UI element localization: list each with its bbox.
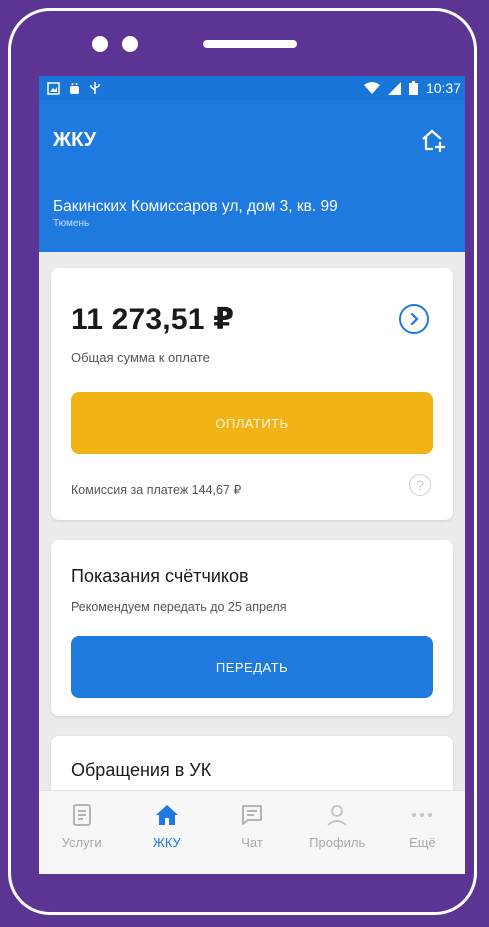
meters-card: Показания счётчиков Рекомендуем передать… [51, 540, 453, 716]
home-icon [155, 805, 178, 825]
page-title: ЖКУ [53, 128, 97, 151]
help-icon[interactable]: ? [409, 474, 431, 496]
tab-label: ЖКУ [152, 835, 181, 850]
meters-subtitle: Рекомендуем передать до 25 апреля [71, 600, 287, 614]
payment-card: 11 273,51 ₽ Общая сумма к оплате ОПЛАТИТ… [51, 268, 453, 520]
tab-more[interactable]: Ещё [380, 791, 465, 874]
phone-screen: 10:37 ЖКУ Бакинских Комиссаров ул, дом 3… [39, 76, 465, 874]
payment-details-button[interactable] [399, 304, 429, 334]
profile-icon [327, 805, 347, 826]
add-home-icon[interactable] [419, 127, 447, 153]
tab-services[interactable]: Услуги [39, 791, 124, 874]
status-bar: 10:37 [39, 76, 465, 100]
camera-dot [92, 36, 108, 52]
requests-title: Обращения в УК [71, 760, 212, 780]
image-notification-icon [47, 81, 60, 95]
wifi-icon [363, 82, 380, 94]
tab-housing[interactable]: ЖКУ [124, 791, 209, 874]
meters-title: Показания счётчиков [71, 566, 249, 586]
sensor-dot [122, 36, 138, 52]
android-icon [70, 82, 79, 94]
tab-label: Чат [241, 835, 263, 850]
tab-label: Ещё [409, 835, 436, 850]
speaker-grille [203, 40, 297, 48]
more-icon [412, 813, 433, 817]
bottom-tab-bar: Услуги ЖКУ Чат Профиль Ещё [39, 790, 465, 874]
requests-card[interactable]: Обращения в УК [51, 736, 453, 796]
chat-icon [242, 805, 262, 825]
signal-icon [387, 81, 401, 95]
tab-profile[interactable]: Профиль [295, 791, 380, 874]
tab-label: Услуги [61, 835, 102, 850]
address-city: Тюмень [53, 218, 90, 229]
address-panel[interactable]: Бакинских Комиссаров ул, дом 3, кв. 99 Т… [39, 180, 465, 252]
document-icon [72, 804, 91, 826]
submit-readings-button[interactable]: ПЕРЕДАТЬ [71, 636, 433, 698]
address-street: Бакинских Комиссаров ул, дом 3, кв. 99 [53, 198, 338, 215]
fee-text: Комиссия за платеж 144,67 ₽ [71, 483, 242, 497]
chevron-right-icon [410, 312, 419, 326]
app-bar: ЖКУ [39, 100, 465, 180]
total-amount: 11 273,51 ₽ [71, 303, 235, 336]
total-amount-label: Общая сумма к оплате [71, 350, 210, 365]
status-time: 10:37 [425, 80, 461, 96]
tab-chat[interactable]: Чат [209, 791, 294, 874]
tab-label: Профиль [309, 835, 366, 850]
battery-icon [408, 81, 418, 95]
usb-icon [90, 82, 100, 94]
pay-button[interactable]: ОПЛАТИТЬ [71, 392, 433, 454]
